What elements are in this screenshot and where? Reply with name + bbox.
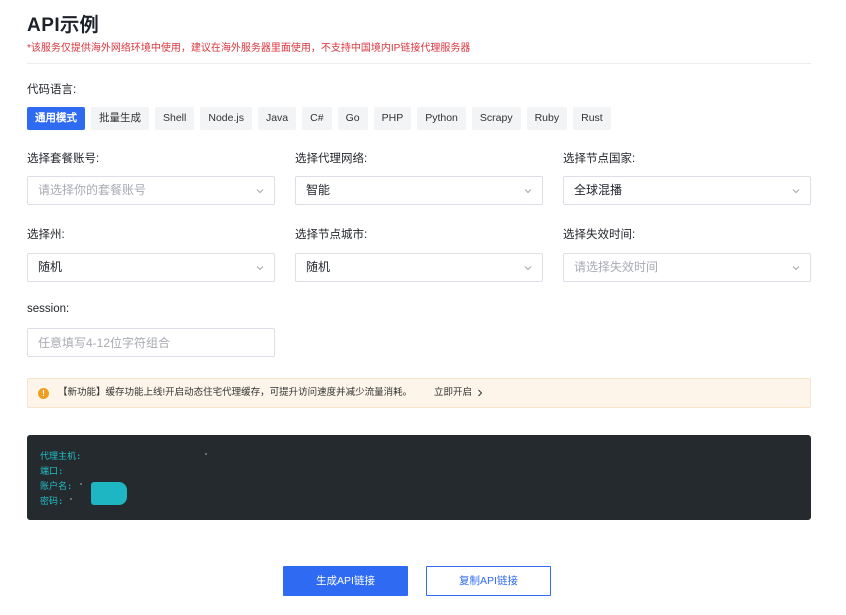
country-select[interactable]: 全球混播	[563, 176, 811, 205]
feature-banner: ! 【新功能】缓存功能上线!开启动态住宅代理缓存，可提升访问速度并减少流量消耗。…	[27, 378, 811, 408]
lang-tab-java[interactable]: Java	[257, 107, 297, 130]
chevron-down-icon	[792, 266, 800, 271]
package-label: 选择套餐账号:	[27, 153, 100, 165]
lang-tab-rust[interactable]: Rust	[573, 107, 611, 130]
lang-tab-batch[interactable]: 批量生成	[91, 107, 149, 130]
redaction-mark	[80, 483, 82, 485]
output-host-label: 代理主机:	[40, 452, 82, 462]
network-label: 选择代理网络:	[295, 153, 368, 165]
session-label: session:	[27, 303, 70, 315]
chevron-down-icon	[524, 266, 532, 271]
service-notice: *该服务仅提供海外网络环境中使用，建议在海外服务器里面使用，不支持中国境内IP链…	[27, 43, 471, 54]
enable-cache-link[interactable]: 立即开启	[434, 379, 472, 407]
lang-tab-php[interactable]: PHP	[373, 107, 412, 130]
lang-tab-shell[interactable]: Shell	[155, 107, 195, 130]
lang-tab-python[interactable]: Python	[417, 107, 466, 130]
chevron-down-icon	[524, 189, 532, 194]
state-select[interactable]: 随机	[27, 253, 275, 282]
output-port-label: 端口:	[40, 467, 64, 477]
language-label: 代码语言:	[27, 84, 77, 96]
output-password-label: 密码:	[40, 497, 64, 507]
chevron-right-icon	[478, 389, 483, 397]
expiry-label: 选择失效时间:	[563, 229, 636, 241]
chevron-down-icon	[256, 189, 264, 194]
output-username-label: 账户名:	[40, 482, 73, 492]
city-label: 选择节点城市:	[295, 229, 368, 241]
redaction-mark	[70, 498, 72, 500]
state-label: 选择州:	[27, 229, 65, 241]
divider	[27, 63, 811, 64]
package-select[interactable]: 请选择你的套餐账号	[27, 176, 275, 205]
city-value: 随机	[306, 260, 331, 274]
generate-api-link-button[interactable]: 生成API链接	[283, 566, 408, 596]
api-output-panel: 代理主机: 端口: 账户名: 密码:	[27, 435, 811, 520]
expiry-placeholder: 请选择失效时间	[574, 260, 659, 274]
redacted-credentials	[91, 482, 127, 505]
state-value: 随机	[38, 260, 63, 274]
network-value: 智能	[306, 183, 331, 197]
chevron-down-icon	[792, 189, 800, 194]
session-input[interactable]	[27, 328, 275, 357]
page-title: API示例	[27, 15, 100, 36]
lang-tab-nodejs[interactable]: Node.js	[200, 107, 252, 130]
lang-tab-scrapy[interactable]: Scrapy	[471, 107, 521, 130]
city-select[interactable]: 随机	[295, 253, 543, 282]
lang-tab-go[interactable]: Go	[337, 107, 368, 130]
expiry-select[interactable]: 请选择失效时间	[563, 253, 811, 282]
country-value: 全球混播	[574, 183, 623, 197]
lang-tab-csharp[interactable]: C#	[302, 107, 332, 130]
banner-message: 【新功能】缓存功能上线!开启动态住宅代理缓存，可提升访问速度并减少流量消耗。	[58, 387, 413, 398]
language-tabs: 通用模式 批量生成 Shell Node.js Java C# Go PHP P…	[27, 107, 611, 130]
redaction-mark	[205, 453, 207, 455]
network-select[interactable]: 智能	[295, 176, 543, 205]
country-label: 选择节点国家:	[563, 153, 636, 165]
package-placeholder: 请选择你的套餐账号	[38, 183, 147, 197]
warning-icon: !	[38, 388, 49, 399]
lang-tab-ruby[interactable]: Ruby	[526, 107, 568, 130]
lang-tab-general[interactable]: 通用模式	[27, 107, 85, 130]
copy-api-link-button[interactable]: 复制API链接	[426, 566, 551, 596]
chevron-down-icon	[256, 266, 264, 271]
